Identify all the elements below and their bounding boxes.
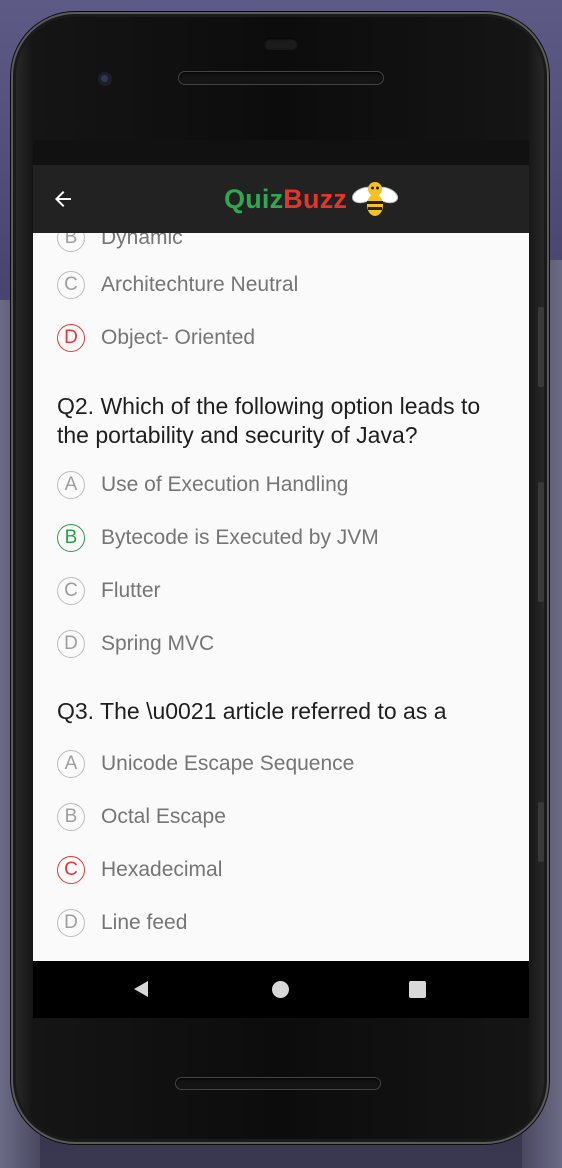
option-text: Flutter — [101, 579, 161, 602]
option-letter-circle: A — [57, 471, 85, 499]
q2-option-a[interactable]: A Use of Execution Handling — [57, 469, 348, 501]
system-nav-bar — [33, 961, 529, 1018]
option-text: Unicode Escape Sequence — [101, 752, 355, 775]
front-camera — [95, 69, 115, 89]
q2-option-b[interactable]: B Bytecode is Executed by JVM — [57, 522, 379, 554]
option-letter-circle: A — [57, 750, 85, 778]
q3-option-b[interactable]: B Octal Escape — [57, 801, 226, 833]
back-triangle-icon[interactable] — [131, 979, 151, 1004]
question-2-text: Q2. Which of the following option leads … — [57, 393, 481, 448]
q3-option-a[interactable]: A Unicode Escape Sequence — [57, 748, 354, 780]
option-letter-circle: D — [57, 630, 85, 658]
recents-square-icon[interactable] — [409, 981, 426, 998]
bee-icon — [350, 177, 400, 221]
q3-option-c[interactable]: C Hexadecimal — [57, 854, 222, 886]
logo-buzz-text: Buzz — [283, 183, 348, 214]
power-button — [538, 802, 544, 862]
home-circle-icon[interactable] — [272, 981, 289, 998]
option-text: Hexadecimal — [101, 858, 223, 881]
q3-option-d[interactable]: D Line feed — [57, 907, 187, 939]
option-text: Object- Oriented — [101, 326, 256, 349]
quiz-results-list[interactable]: B Dynamic C Architechture Neutral D Obje… — [33, 233, 529, 961]
option-letter-circle: B — [57, 803, 85, 831]
q2-option-d[interactable]: D Spring MVC — [57, 628, 214, 660]
volume-button — [538, 307, 544, 387]
option-text: Octal Escape — [101, 805, 226, 828]
q1-option-b[interactable]: B Dynamic — [57, 233, 183, 254]
q1-option-c[interactable]: C Architechture Neutral — [57, 269, 298, 301]
q2-option-c[interactable]: C Flutter — [57, 575, 161, 607]
back-arrow-icon[interactable] — [49, 185, 77, 213]
option-text: Use of Execution Handling — [101, 473, 349, 496]
option-text: Spring MVC — [101, 632, 215, 655]
option-letter-circle: B — [57, 233, 85, 252]
q1-option-d[interactable]: D Object- Oriented — [57, 322, 255, 354]
logo-quiz-text: Quiz — [224, 183, 284, 214]
phone-screen: Quiz Buzz B Dynamic C Architechture Neut… — [33, 140, 529, 1018]
option-letter-circle: C — [57, 577, 85, 605]
app-bar: Quiz Buzz — [33, 165, 529, 233]
bottom-speaker — [175, 1077, 381, 1090]
option-letter-circle: B — [57, 524, 85, 552]
option-text: Bytecode is Executed by JVM — [101, 526, 379, 549]
option-text: Architechture Neutral — [101, 273, 299, 296]
top-sensor — [264, 38, 298, 50]
app-logo: Quiz Buzz — [224, 177, 400, 221]
status-bar — [33, 140, 529, 165]
earpiece-speaker — [178, 71, 384, 85]
option-letter-circle: D — [57, 909, 85, 937]
side-button — [538, 482, 544, 602]
option-letter-circle: C — [57, 856, 85, 884]
question-3-text: Q3. The \u0021 article referred to as a — [57, 698, 447, 724]
option-text: Line feed — [101, 911, 188, 934]
option-letter-circle: C — [57, 271, 85, 299]
option-letter-circle: D — [57, 324, 85, 352]
option-text: Dynamic — [101, 233, 183, 249]
